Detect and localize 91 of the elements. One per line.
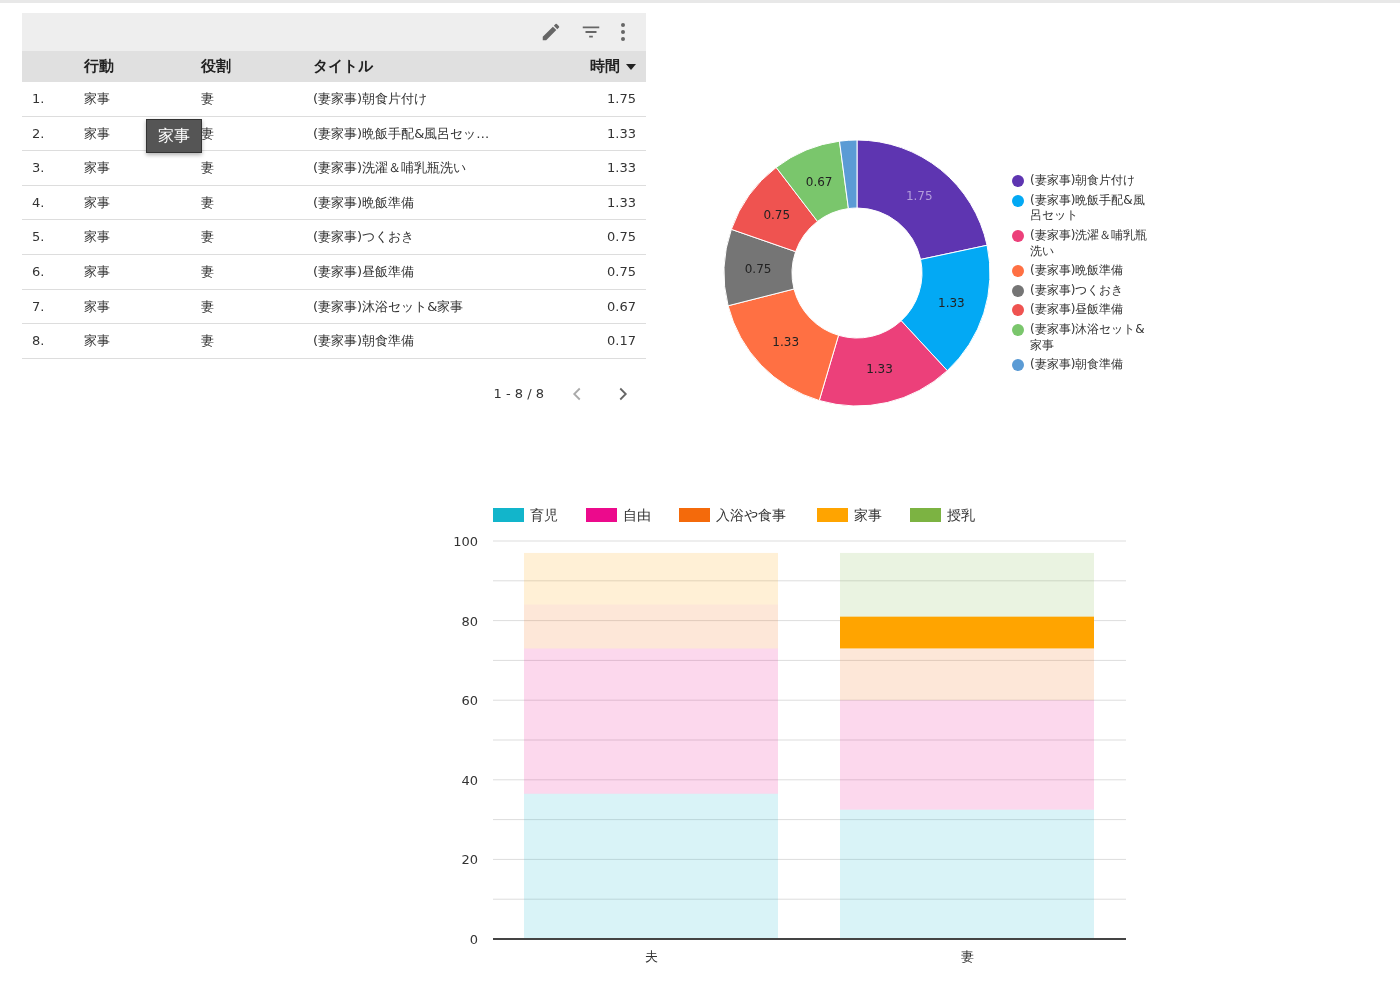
table-cell-text: 妻 xyxy=(201,228,214,247)
legend-label: (妻家事)つくおき xyxy=(1030,282,1124,299)
slice-label: 1.33 xyxy=(938,295,965,310)
more-button[interactable] xyxy=(618,20,628,44)
legend-label: (妻家事)晩飯手配&風呂セット xyxy=(1030,192,1146,224)
table-cell-text: 家事 xyxy=(84,90,110,109)
row-number: 2. xyxy=(32,124,45,143)
table-cell-text: 妻 xyxy=(201,263,214,281)
legend-label: (妻家事)洗濯＆哺乳瓶洗い xyxy=(1030,228,1149,260)
table-cell-text: 妻 xyxy=(201,332,214,351)
more-icon xyxy=(620,22,626,42)
slice-label: 0.67 xyxy=(805,174,833,189)
legend-label: 自由 xyxy=(623,507,651,523)
slice-label: 0.75 xyxy=(744,261,772,276)
table-cell-text: 家事 xyxy=(84,159,110,178)
legend-dot xyxy=(1012,304,1024,317)
legend-item: 入浴や食事 xyxy=(679,507,786,523)
table-cell-text: 家事 xyxy=(84,332,110,351)
row-number: 7. xyxy=(32,297,45,316)
table-cell-text: (妻家事)沐浴セット&家事 xyxy=(313,297,464,316)
row-number: 8. xyxy=(32,332,45,351)
column-header[interactable]: 時間 xyxy=(556,55,646,78)
legend-dot xyxy=(1012,359,1024,372)
axis-tick-label: 60 xyxy=(461,693,478,709)
legend-label: (妻家事)昼飯準備 xyxy=(1030,302,1124,318)
table-cell-text: 妻 xyxy=(201,193,214,212)
legend-item: 家事 xyxy=(817,507,882,523)
legend-dot xyxy=(1012,284,1024,297)
legend-label: 授乳 xyxy=(947,507,975,523)
axis-category-label: 妻 xyxy=(960,949,974,964)
legend-item: 育児 xyxy=(493,507,558,523)
column-header[interactable]: 行動 xyxy=(84,55,201,78)
sort-caret-icon xyxy=(626,63,636,70)
legend-label: (妻家事)晩飯準備 xyxy=(1030,263,1124,279)
tooltip: 家事 xyxy=(146,118,202,153)
table-cell-text: (妻家事)朝食片付け xyxy=(313,90,428,109)
slice-label: 1.75 xyxy=(905,189,933,204)
axis-category-label: 夫 xyxy=(644,949,658,964)
legend-label: (妻家事)朝食片付け xyxy=(1030,173,1136,189)
table-cell-text: 0.75 xyxy=(607,228,636,247)
row-number: 3. xyxy=(32,159,45,178)
table-cell-text: 1.33 xyxy=(607,193,636,212)
table-cell-text: 妻 xyxy=(201,124,214,143)
table-cell-text: 0.67 xyxy=(607,297,636,316)
legend-dot xyxy=(1012,175,1024,188)
slice-label: 1.33 xyxy=(772,334,799,349)
edit-icon xyxy=(540,21,562,43)
table-cell-text: (妻家事)昼飯準備 xyxy=(313,263,415,281)
table-cell-text: 0.17 xyxy=(607,332,636,351)
row-number: 4. xyxy=(32,193,45,212)
table-cell-text: 家事 xyxy=(84,263,110,281)
table-cell-text: 妻 xyxy=(201,297,214,316)
table-cell-text: 1.33 xyxy=(607,159,636,178)
legend-label: 入浴や食事 xyxy=(716,507,786,523)
table-cell-text: 0.75 xyxy=(607,263,636,281)
legend-item: 授乳 xyxy=(910,507,975,523)
legend-dot xyxy=(1012,265,1024,278)
slice-label: 1.33 xyxy=(866,362,893,377)
table-cell-text: 家事 xyxy=(84,297,110,316)
page-range: 1 - 8 / 8 xyxy=(493,385,544,403)
table-cell-text: 1.75 xyxy=(607,90,636,109)
table-cell-text: (妻家事)晩飯準備 xyxy=(313,193,415,212)
row-number: 1. xyxy=(32,90,45,109)
table-cell-text: 家事 xyxy=(84,193,110,212)
table-cell-text: 妻 xyxy=(201,159,214,178)
table-cell-text: 家事 xyxy=(84,228,110,247)
axis-tick-label: 0 xyxy=(469,932,478,947)
axis-tick-label: 40 xyxy=(461,772,478,788)
column-header[interactable]: 役割 xyxy=(201,55,313,78)
legend-item: 自由 xyxy=(586,507,651,523)
axis-tick-label: 20 xyxy=(461,852,478,868)
table-cell-text: (妻家事)朝食準備 xyxy=(313,332,415,351)
legend-label: (妻家事)朝食準備 xyxy=(1030,357,1124,373)
table-cell-text: (妻家事)つくおき xyxy=(313,228,415,247)
legend-label: 育児 xyxy=(530,507,558,523)
legend-dot xyxy=(1012,230,1024,242)
column-header[interactable]: タイトル xyxy=(313,55,556,78)
legend-dot xyxy=(1012,194,1024,207)
axis-tick-label: 100 xyxy=(453,534,478,549)
axis-tick-label: 80 xyxy=(461,613,478,629)
slice-label: 0.75 xyxy=(763,208,791,222)
row-number: 5. xyxy=(32,228,45,247)
table-cell-text: (妻家事)洗濯＆哺乳瓶洗い xyxy=(313,159,467,178)
table-cell-text: 1.33 xyxy=(607,124,636,143)
row-number: 6. xyxy=(32,263,45,281)
legend-label: (妻家事)沐浴セット&家事 xyxy=(1030,322,1146,354)
table-cell-text: 妻 xyxy=(201,90,214,109)
legend-dot xyxy=(1012,324,1024,336)
table-cell-text: (妻家事)晩飯手配&風呂セッ… xyxy=(313,124,490,143)
table-cell-text: 家事 xyxy=(84,124,110,143)
legend-label: 家事 xyxy=(854,507,882,523)
